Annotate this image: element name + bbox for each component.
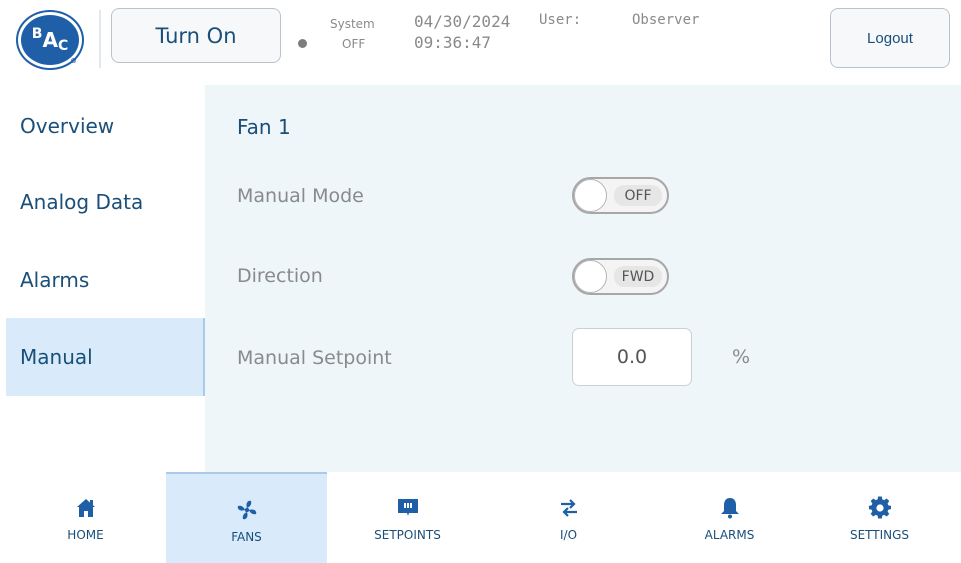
sidebar: Overview Analog Data Alarms Manual — [0, 85, 205, 472]
page-title: Fan 1 — [237, 115, 291, 139]
toggle-knob — [574, 179, 607, 212]
direction-state: FWD — [614, 266, 662, 287]
user-label: User: — [539, 12, 582, 28]
nav-io-label: I/O — [559, 528, 578, 542]
nav-fans-label: FANS — [231, 530, 262, 544]
turn-on-button[interactable]: Turn On — [111, 8, 281, 63]
sidebar-item-alarms[interactable]: Alarms — [6, 241, 205, 319]
manual-setpoint-label: Manual Setpoint — [237, 347, 392, 369]
logout-button[interactable]: Logout — [830, 8, 950, 68]
header-bar: BAC ® Turn On System OFF 04/30/2024 09:3… — [0, 0, 961, 85]
bell-icon — [720, 498, 739, 519]
direction-label: Direction — [237, 265, 323, 287]
io-arrows-icon — [560, 499, 577, 517]
date-display: 04/30/2024 — [414, 12, 511, 31]
setpoints-icon — [397, 499, 418, 516]
system-status-indicator — [298, 39, 307, 48]
bac-logo: BAC ® — [18, 12, 82, 68]
toggle-knob — [574, 260, 607, 293]
time-display: 09:36:47 — [414, 33, 492, 52]
header-divider — [99, 10, 101, 68]
manual-mode-toggle[interactable]: OFF — [572, 177, 669, 214]
direction-toggle[interactable]: FWD — [572, 258, 669, 295]
nav-settings-label: SETTINGS — [849, 528, 910, 542]
manual-mode-label: Manual Mode — [237, 185, 364, 207]
nav-io[interactable]: I/O — [488, 472, 649, 563]
nav-alarms[interactable]: ALARMS — [649, 472, 810, 563]
main-panel: Fan 1 Manual Mode OFF Direction FWD Manu… — [205, 85, 961, 472]
nav-alarms-label: ALARMS — [704, 528, 755, 542]
setpoint-unit: % — [732, 346, 751, 368]
nav-home[interactable]: HOME — [5, 472, 166, 563]
nav-settings[interactable]: SETTINGS — [799, 472, 960, 563]
system-status-value: OFF — [342, 37, 366, 51]
manual-mode-state: OFF — [614, 185, 662, 206]
nav-fans[interactable]: FANS — [166, 472, 327, 563]
home-icon — [76, 499, 95, 517]
nav-home-label: HOME — [67, 528, 104, 542]
sidebar-item-manual[interactable]: Manual — [6, 318, 205, 396]
gear-icon — [868, 496, 891, 519]
sidebar-item-overview[interactable]: Overview — [6, 87, 205, 165]
sidebar-item-analog-data[interactable]: Analog Data — [6, 163, 205, 241]
fan-icon — [237, 500, 256, 520]
nav-setpoints-label: SETPOINTS — [374, 528, 441, 542]
system-label: System — [330, 17, 375, 31]
manual-setpoint-input[interactable] — [572, 328, 692, 386]
bottom-navigation: HOME FANS SETPOINTS I/O ALARMS SETTINGS — [0, 472, 961, 563]
nav-setpoints[interactable]: SETPOINTS — [327, 472, 488, 563]
user-name: Observer — [632, 12, 700, 28]
